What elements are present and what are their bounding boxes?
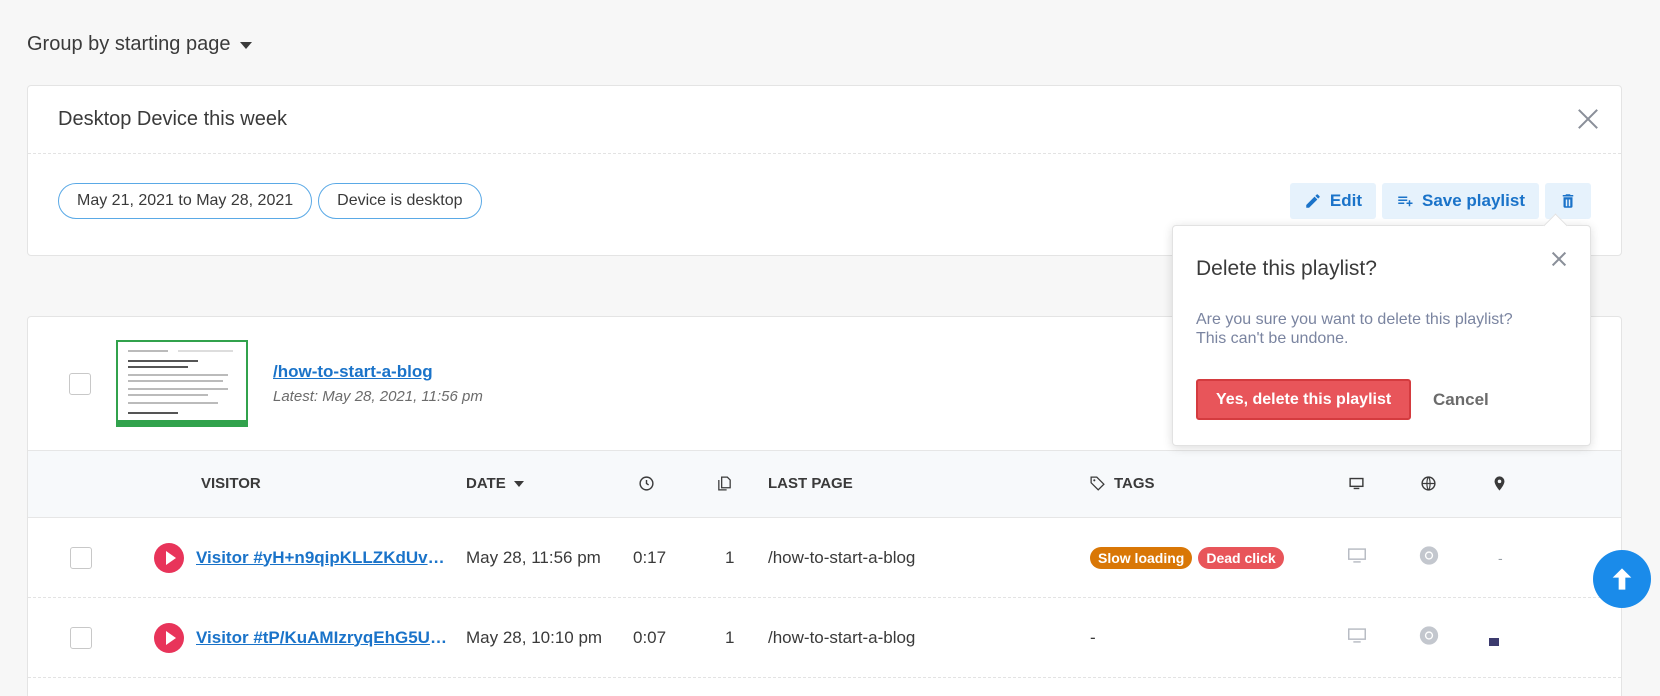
- delete-playlist-popover: Delete this playlist? Are you sure you w…: [1172, 225, 1591, 446]
- page-thumbnail[interactable]: [116, 340, 248, 427]
- close-icon[interactable]: [1550, 250, 1568, 268]
- row-checkbox[interactable]: [70, 546, 92, 569]
- desktop-icon: [1346, 624, 1368, 651]
- row-pages: 1: [725, 627, 735, 647]
- cancel-button[interactable]: Cancel: [1433, 390, 1489, 410]
- play-icon[interactable]: [154, 542, 184, 573]
- globe-icon: [1421, 476, 1436, 491]
- row-duration: 0:17: [633, 547, 667, 567]
- save-playlist-label: Save playlist: [1421, 191, 1525, 210]
- col-date[interactable]: DATE: [466, 475, 524, 492]
- col-duration: [638, 475, 655, 492]
- row-tags: Slow loading Dead click: [1090, 546, 1290, 569]
- confirm-delete-button[interactable]: Yes, delete this playlist: [1196, 379, 1412, 420]
- group-page-link[interactable]: /how-to-start-a-blog: [273, 362, 433, 382]
- pages-icon: [718, 476, 731, 491]
- popover-title: Delete this playlist?: [1196, 257, 1377, 280]
- playlist-add-icon: [1398, 196, 1413, 207]
- delete-playlist-button[interactable]: [1545, 183, 1591, 219]
- row-pages: 1: [725, 547, 735, 567]
- tag-slow-loading[interactable]: Slow loading: [1090, 546, 1193, 569]
- row-date: May 28, 11:56 pm: [466, 547, 601, 567]
- col-tags-label: TAGS: [1114, 475, 1155, 492]
- col-visitor-label: VISITOR: [201, 475, 261, 492]
- edit-label: Edit: [1329, 191, 1362, 210]
- pencil-icon: [1306, 194, 1320, 208]
- col-location: [1491, 475, 1508, 492]
- map-pin-icon: [1494, 476, 1505, 491]
- chrome-icon: [1418, 544, 1440, 571]
- close-icon[interactable]: [1575, 106, 1601, 132]
- col-last-page-label: LAST PAGE: [768, 475, 853, 492]
- filter-actions: Edit Save playlist: [1289, 183, 1591, 219]
- group-checkbox[interactable]: [69, 373, 91, 395]
- filter-header: Desktop Device this week: [28, 86, 1621, 154]
- row-location: -: [1498, 549, 1503, 566]
- device-chip[interactable]: Device is desktop: [318, 183, 482, 219]
- table-row[interactable]: Visitor #tP/KuAMIzryqEhG5UZT... May 28, …: [28, 598, 1621, 678]
- filter-chips: May 21, 2021 to May 28, 2021 Device is d…: [58, 183, 482, 219]
- trash-icon: [1562, 194, 1574, 208]
- col-tags: TAGS: [1089, 475, 1155, 492]
- visitor-link[interactable]: Visitor #tP/KuAMIzryqEhG5UZT...: [196, 628, 451, 648]
- filter-title: Desktop Device this week: [58, 108, 287, 130]
- chevron-down-icon: [240, 42, 253, 49]
- row-last-page: /how-to-start-a-blog: [768, 547, 916, 567]
- desktop-icon: [1346, 544, 1368, 571]
- play-icon[interactable]: [154, 622, 184, 653]
- popover-message: Are you sure you want to delete this pla…: [1196, 311, 1513, 347]
- tag-icon: [1090, 476, 1105, 491]
- edit-button[interactable]: Edit: [1289, 183, 1376, 219]
- group-latest-time: Latest: May 28, 2021, 11:56 pm: [273, 388, 483, 405]
- row-tags-empty: -: [1090, 627, 1096, 647]
- tag-dead-click[interactable]: Dead click: [1198, 546, 1284, 569]
- desktop-icon: [1349, 477, 1364, 490]
- save-playlist-button[interactable]: Save playlist: [1381, 183, 1539, 219]
- row-duration: 0:07: [633, 627, 667, 647]
- chrome-icon: [1418, 624, 1440, 651]
- row-checkbox[interactable]: [70, 626, 92, 649]
- table-header: VISITOR DATE LAST PAGE TAGS: [28, 451, 1621, 518]
- col-pages: [716, 475, 733, 492]
- col-browser: [1420, 475, 1437, 492]
- sort-desc-icon: [513, 480, 524, 487]
- group-by-dropdown[interactable]: Group by starting page: [27, 33, 253, 56]
- scroll-to-top-button[interactable]: [1593, 550, 1651, 608]
- table-row[interactable]: Visitor #yH+n9qipKLLZKdUv1fJE... May 28,…: [28, 518, 1621, 598]
- row-last-page: /how-to-start-a-blog: [768, 627, 916, 647]
- col-visitor: VISITOR: [201, 475, 261, 492]
- arrow-up-icon: [1612, 568, 1632, 590]
- visitor-link[interactable]: Visitor #yH+n9qipKLLZKdUv1fJE...: [196, 548, 451, 568]
- clock-icon: [639, 476, 654, 491]
- col-last-page: LAST PAGE: [768, 475, 853, 492]
- row-date: May 28, 10:10 pm: [466, 627, 603, 647]
- col-device: [1348, 475, 1365, 492]
- date-range-chip[interactable]: May 21, 2021 to May 28, 2021: [58, 183, 313, 219]
- col-date-label: DATE: [466, 475, 506, 492]
- group-by-label: Group by starting page: [27, 33, 231, 55]
